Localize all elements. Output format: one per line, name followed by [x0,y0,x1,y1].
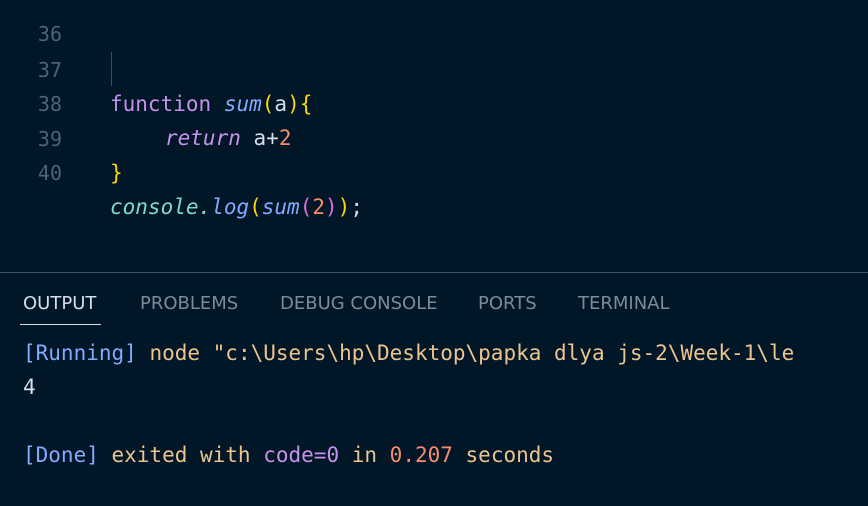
function-name: sum [261,195,300,219]
semicolon: ; [350,195,363,219]
paren-open: ( [249,195,262,219]
code-line-36: 36 [0,0,868,46]
done-text: seconds [452,443,555,467]
output-done-line: [Done] exited with code=0 in 0.207 secon… [23,438,554,472]
done-tag: [Done] [23,443,99,467]
paren-close: ) [337,195,351,219]
output-result: 4 [23,375,36,399]
code-editor[interactable]: 36 37 function sum(a){ 38 return a+2 39 … [0,0,868,272]
tab-debug-console[interactable]: DEBUG CONSOLE [280,293,438,314]
code-line-40[interactable]: 40 console.log(sum(2)); [0,122,868,219]
exit-code: code=0 [263,443,340,467]
elapsed-time: 0.207 [389,443,453,467]
code-text[interactable]: console.log(sum(2)); [110,190,363,224]
active-tab-indicator [20,324,101,325]
output-running-line: [Running] node "c:\Users\hp\Desktop\papk… [23,336,794,370]
running-command: node "c:\Users\hp\Desktop\papka dlya js-… [136,341,795,365]
done-text: exited with [98,443,264,467]
tab-problems[interactable]: PROBLEMS [140,293,238,314]
output-result-line: 4 [23,370,36,404]
object-console: console [110,195,199,219]
done-text: in [339,443,390,467]
running-tag: [Running] [23,341,137,365]
panel-tabs: OUTPUT PROBLEMS DEBUG CONSOLE PORTS TERM… [0,273,868,329]
bottom-panel: OUTPUT PROBLEMS DEBUG CONSOLE PORTS TERM… [0,272,868,506]
dot: . [198,195,212,219]
tab-terminal[interactable]: TERMINAL [578,293,670,314]
paren-close: ) [325,195,338,219]
line-number: 40 [37,161,62,185]
method-log: log [211,195,250,219]
code-line-37[interactable]: 37 function sum(a){ [0,19,868,116]
code-line-38[interactable]: 38 return a+2 [0,53,868,150]
tab-output[interactable]: OUTPUT [23,293,96,314]
brace-close: } [110,161,123,185]
code-text[interactable]: } [110,156,123,190]
paren-open: ( [299,195,313,219]
number-literal: 2 [312,195,326,219]
tab-ports[interactable]: PORTS [478,293,537,314]
code-line-39[interactable]: 39 } [0,88,868,185]
